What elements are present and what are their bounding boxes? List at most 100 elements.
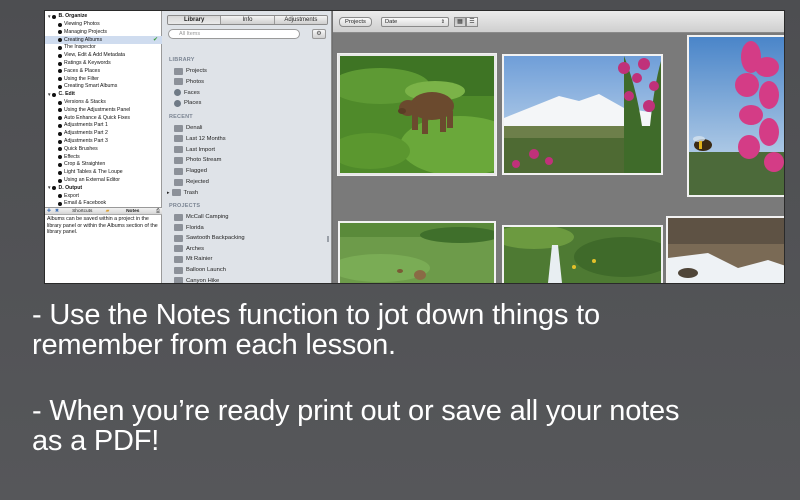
lesson-bullet-icon bbox=[58, 147, 62, 152]
tab-shortcuts[interactable]: Shortcuts bbox=[61, 209, 104, 214]
lesson-bullet-icon bbox=[58, 131, 62, 136]
lesson-section[interactable]: ▼ B. Organize bbox=[45, 13, 162, 21]
tab-library[interactable]: Library bbox=[168, 16, 222, 24]
library-item[interactable]: Places bbox=[174, 98, 201, 108]
lesson-bullet-icon bbox=[58, 170, 62, 175]
lesson-label: View, Edit & Add Metadata bbox=[64, 52, 126, 59]
library-item-label: Denali bbox=[186, 125, 203, 131]
disclosure-triangle-icon[interactable]: ▸ bbox=[167, 190, 170, 196]
resize-handle[interactable] bbox=[327, 236, 329, 242]
lesson-item[interactable]: Adjustments Part 3 bbox=[45, 138, 162, 146]
lesson-item[interactable]: Creating Smart Albums bbox=[45, 83, 162, 91]
photo-thumbnail-bee[interactable] bbox=[687, 35, 784, 197]
disclosure-triangle-icon[interactable]: ▼ bbox=[47, 14, 51, 20]
lesson-item[interactable]: Using the Adjustments Panel bbox=[45, 107, 162, 115]
gear-icon[interactable]: ⚙ bbox=[312, 29, 326, 39]
folder-icon: ▰ bbox=[105, 208, 110, 214]
lesson-bullet-icon bbox=[58, 139, 62, 144]
lesson-item[interactable]: Auto Enhance & Quick Fixes bbox=[45, 114, 162, 122]
lesson-label: Effects bbox=[64, 153, 80, 160]
library-item[interactable]: Last 12 Months bbox=[174, 134, 226, 144]
library-item[interactable]: Rejected bbox=[174, 177, 209, 187]
library-item-label: Photo Stream bbox=[186, 157, 222, 164]
lesson-item[interactable]: Quick Brushes bbox=[45, 146, 162, 154]
viewer-toolbar: Projects Date ⇕ ▦ ☰ bbox=[333, 11, 784, 33]
lesson-item[interactable]: Using the Filter bbox=[45, 75, 162, 83]
lesson-label: Crop & Straighten bbox=[64, 161, 106, 168]
photo-thumbnail-rocks[interactable] bbox=[666, 216, 784, 283]
notes-text[interactable]: Albums can be saved within a project in … bbox=[47, 216, 159, 236]
lesson-bullet-icon bbox=[58, 22, 62, 27]
library-item[interactable]: Flagged bbox=[174, 166, 207, 176]
lesson-item[interactable]: Managing Projects bbox=[45, 29, 162, 37]
photo-thumbnail-meadow[interactable] bbox=[338, 221, 496, 283]
bear-photo bbox=[340, 56, 494, 173]
photo-viewer: Projects Date ⇕ ▦ ☰ bbox=[333, 11, 784, 283]
library-item[interactable]: Last Import bbox=[174, 145, 215, 155]
library-item-label: Places bbox=[184, 100, 202, 107]
project-icon bbox=[174, 224, 183, 232]
library-item[interactable]: Photo Stream bbox=[174, 155, 221, 165]
app-screenshot: ▼ B. Organize Viewing Photos Managing Proje… bbox=[44, 10, 785, 284]
library-item[interactable]: Canyon Hike bbox=[174, 276, 219, 283]
photo-thumbnail-waterfall[interactable] bbox=[502, 225, 663, 283]
lesson-item[interactable]: Crop & Straighten bbox=[45, 161, 162, 169]
sort-select[interactable]: Date ⇕ bbox=[381, 17, 449, 27]
lesson-bullet-icon bbox=[58, 61, 62, 66]
tab-info[interactable]: Info bbox=[221, 16, 275, 24]
library-item[interactable]: McCall Camping bbox=[174, 212, 229, 222]
lesson-bullet-icon bbox=[58, 100, 62, 105]
lesson-item[interactable]: Faces & Places bbox=[45, 68, 162, 76]
library-item[interactable]: Mt Rainier bbox=[174, 254, 212, 264]
lesson-section[interactable]: ▼ C. Edit bbox=[45, 91, 162, 99]
library-item-label: Faces bbox=[184, 89, 200, 96]
list-view-icon[interactable]: ☰ bbox=[466, 17, 478, 27]
projects-button[interactable]: Projects bbox=[339, 17, 372, 27]
caption-line-1: - Use the Notes function to jot down thi… bbox=[32, 299, 600, 331]
library-item[interactable]: Arches bbox=[174, 244, 204, 254]
add-icon[interactable]: ✚ bbox=[45, 208, 53, 214]
lesson-item[interactable]: Creating Albums ✔ bbox=[45, 36, 162, 45]
lesson-item[interactable]: Adjustments Part 2 bbox=[45, 130, 162, 138]
places-icon bbox=[174, 99, 181, 107]
library-item[interactable]: Sawtooth Backpacking bbox=[174, 233, 245, 243]
library-panel: Library Info Adjustments ⌕ All Items ⚙ L… bbox=[162, 11, 332, 283]
lesson-item[interactable]: The Inspector bbox=[45, 44, 162, 52]
cloud-icon bbox=[174, 156, 183, 164]
library-item[interactable]: Faces bbox=[174, 88, 200, 98]
tab-adjustments[interactable]: Adjustments bbox=[274, 16, 327, 24]
lesson-item[interactable]: Versions & Stacks bbox=[45, 99, 162, 107]
library-item[interactable]: Florida bbox=[174, 223, 204, 233]
lesson-item[interactable]: Effects bbox=[45, 153, 162, 161]
library-item[interactable]: Photos bbox=[174, 77, 204, 87]
library-search-input[interactable]: All Items bbox=[168, 29, 300, 39]
lesson-outline-panel: ▼ B. Organize Viewing Photos Managing Proje… bbox=[45, 11, 162, 283]
photo-thumbnail-bear[interactable] bbox=[338, 54, 496, 175]
photo-thumbnail-mountain[interactable] bbox=[502, 54, 663, 175]
lesson-item[interactable]: Viewing Photos bbox=[45, 21, 162, 29]
lesson-item[interactable]: Adjustments Part 1 bbox=[45, 122, 162, 130]
lesson-item[interactable]: View, Edit & Add Metadata bbox=[45, 52, 162, 60]
lesson-section[interactable]: ▼ D. Output bbox=[45, 185, 162, 193]
close-icon[interactable]: ✖ bbox=[53, 208, 61, 214]
lesson-item[interactable]: Email & Facebook bbox=[45, 200, 162, 207]
library-item[interactable]: Denali bbox=[174, 123, 202, 133]
disclosure-triangle-icon[interactable]: ▼ bbox=[47, 92, 51, 98]
lesson-label: Viewing Photos bbox=[64, 21, 100, 28]
lesson-item[interactable]: Light Tables & The Loupe bbox=[45, 169, 162, 177]
lesson-item[interactable]: Export bbox=[45, 192, 162, 200]
lesson-bullet-icon bbox=[58, 194, 62, 199]
tab-notes[interactable]: Notes bbox=[112, 209, 155, 214]
lesson-item[interactable]: Ratings & Keywords bbox=[45, 60, 162, 68]
lesson-item[interactable]: Using an External Editor bbox=[45, 177, 162, 185]
library-item[interactable]: Projects bbox=[174, 66, 207, 76]
lesson-bullet-icon bbox=[58, 69, 62, 74]
disclosure-triangle-icon[interactable]: ▼ bbox=[47, 186, 51, 191]
library-item[interactable]: Balloon Launch bbox=[174, 265, 226, 275]
print-icon[interactable]: ⎙ bbox=[154, 208, 162, 214]
mountain-photo bbox=[504, 56, 661, 173]
grid-view-icon[interactable]: ▦ bbox=[454, 17, 466, 27]
lesson-label: Managing Projects bbox=[64, 28, 107, 35]
library-item[interactable]: ▸ Trash bbox=[167, 188, 198, 198]
projects-icon bbox=[174, 67, 183, 75]
